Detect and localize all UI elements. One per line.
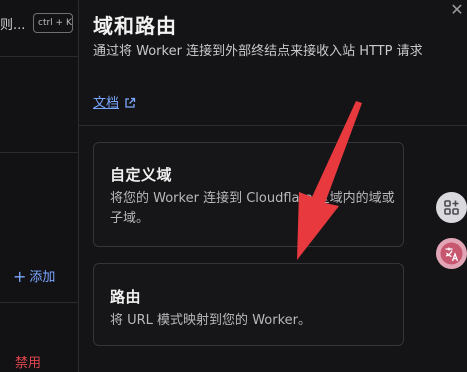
option-description: 将 URL 模式映射到您的 Worker。 [110,313,311,328]
disable-button[interactable]: 禁用 [15,352,41,371]
option-title: 路由 [110,288,142,306]
panel-header: 域和路由 ✕ 通过将 Worker 连接到外部终结点来接收入站 HTTP 请求 … [79,0,467,125]
panel-title: 域和路由 [93,14,177,38]
add-button[interactable]: + 添加 [13,266,55,286]
option-description: 将您的 Worker 连接到 Cloudflare 区域内的域或子域。 [110,191,395,226]
background-divider [0,152,78,153]
apps-button[interactable] [436,192,467,223]
close-button[interactable]: ✕ [447,0,467,20]
domains-routes-panel: 域和路由 ✕ 通过将 Worker 连接到外部终结点来接收入站 HTTP 请求 … [78,0,467,372]
add-button-label: 添加 [29,270,56,285]
option-title: 自定义域 [110,166,173,184]
custom-domain-option[interactable]: 自定义域 将您的 Worker 连接到 Cloudflare 区域内的域或子域。 [93,142,404,247]
docs-link[interactable]: 文档 [93,92,136,113]
panel-description: 通过将 Worker 连接到外部终结点来接收入站 HTTP 请求 [93,44,423,59]
search-shortcut-hint[interactable]: ctrl + K [33,13,73,33]
apps-icon [444,200,459,215]
translate-button[interactable] [436,238,467,269]
external-link-icon [124,97,136,113]
background-page: 则... ctrl + K + 添加 禁用 [0,0,78,372]
route-option[interactable]: 路由 将 URL 模式映射到您的 Worker。 [93,263,404,346]
background-divider [0,302,78,303]
background-divider [0,56,78,57]
docs-link-label: 文档 [93,96,120,111]
screenshot-root: 则... ctrl + K + 添加 禁用 域和路由 ✕ 通过将 Worker 连… [0,0,467,372]
plus-icon: + [13,267,27,286]
header-divider [79,125,467,126]
close-icon: ✕ [450,0,464,19]
translate-icon [440,242,463,265]
background-title: 则... [0,18,26,33]
